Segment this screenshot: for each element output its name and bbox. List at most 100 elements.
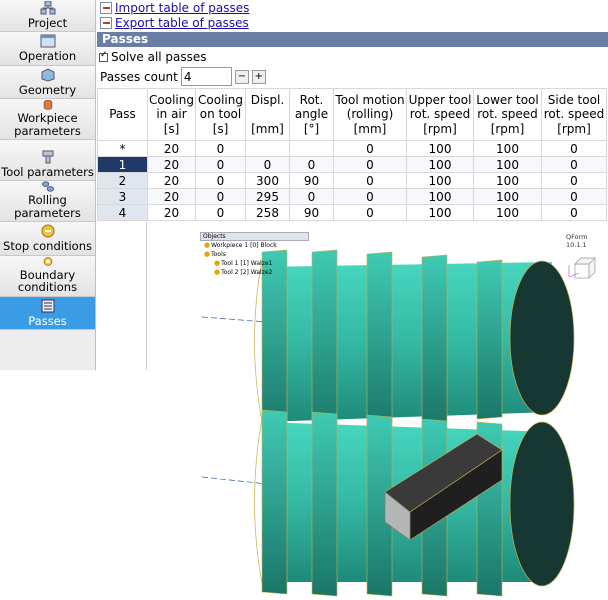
column-header[interactable]: Cooling in air [s] xyxy=(147,88,196,141)
table-cell[interactable]: 295 xyxy=(245,188,290,205)
sidebar-item-passes[interactable]: Passes xyxy=(0,296,95,330)
decrement-button[interactable]: − xyxy=(234,69,249,84)
tree-item-workpiece[interactable]: ●Workpiece 1 [0] Block xyxy=(200,241,309,250)
table-cell[interactable]: 0 xyxy=(333,204,407,221)
table-cell[interactable]: 0 xyxy=(195,140,246,157)
import-passes-link[interactable]: Import table of passes xyxy=(115,1,249,15)
table-cell[interactable]: 100 xyxy=(473,156,542,173)
column-header[interactable]: Pass xyxy=(97,88,148,141)
table-cell[interactable]: 0 xyxy=(541,188,607,205)
table-cell[interactable]: 100 xyxy=(406,188,474,205)
stop-icon xyxy=(41,224,54,238)
column-header-line: Tool motion xyxy=(335,92,405,107)
sidebar-item-stop-conditions[interactable]: Stop conditions xyxy=(0,222,95,256)
column-header-line: Pass xyxy=(109,107,136,122)
sidebar-item-geometry[interactable]: Geometry xyxy=(0,65,95,99)
table-cell[interactable]: 0 xyxy=(289,188,334,205)
table-cell[interactable]: 100 xyxy=(473,188,542,205)
table-cell[interactable]: 0 xyxy=(333,172,407,189)
table-cell[interactable]: 20 xyxy=(147,188,196,205)
table-cell[interactable]: 100 xyxy=(406,140,474,157)
column-header-line: Cooling xyxy=(149,92,194,107)
table-cell[interactable]: 100 xyxy=(406,172,474,189)
sidebar-item-operation[interactable]: Operation xyxy=(0,32,95,66)
table-row[interactable]: 4 20 0 258 90 0 100 100 0 xyxy=(97,204,607,221)
table-cell[interactable]: 100 xyxy=(473,172,542,189)
column-header[interactable]: Rot. angle [°] xyxy=(289,88,334,141)
column-header[interactable]: Displ. [mm] xyxy=(245,88,290,141)
passes-icon xyxy=(41,299,54,312)
table-cell[interactable]: 100 xyxy=(406,204,474,221)
table-cell[interactable]: 100 xyxy=(473,140,542,157)
pass-number-cell[interactable]: 3 xyxy=(97,188,148,205)
3d-viewport[interactable] xyxy=(97,222,608,600)
table-row[interactable]: 3 20 0 295 0 0 100 100 0 xyxy=(97,188,607,205)
objects-tree[interactable]: Objects ●Workpiece 1 [0] Block ●Tools ●T… xyxy=(200,232,309,277)
column-header[interactable]: Tool motion (rolling) [mm] xyxy=(333,88,407,141)
geometry-icon xyxy=(41,67,54,82)
solve-all-label: Solve all passes xyxy=(111,50,207,64)
pass-number-cell[interactable]: 2 xyxy=(97,172,148,189)
table-cell[interactable]: 0 xyxy=(541,156,607,173)
table-cell[interactable]: 0 xyxy=(195,204,246,221)
export-passes-link[interactable]: Export table of passes xyxy=(115,16,249,30)
column-header[interactable]: Lower tool rot. speed [rpm] xyxy=(473,88,542,141)
sidebar-item-label: Rolling parameters xyxy=(14,193,81,220)
column-header[interactable]: Upper tool rot. speed [rpm] xyxy=(406,88,474,141)
tree-item-tools[interactable]: ●Tools xyxy=(200,250,309,259)
passes-count-label: Passes count xyxy=(100,69,178,84)
table-cell[interactable]: 100 xyxy=(473,204,542,221)
table-cell[interactable]: 0 xyxy=(541,172,607,189)
column-header[interactable]: Side tool rot. speed [rpm] xyxy=(541,88,607,141)
project-icon xyxy=(40,0,55,14)
bulb-icon: ● xyxy=(214,268,221,276)
table-row[interactable]: * 20 0 0 100 100 0 xyxy=(97,140,607,157)
table-row[interactable]: 1 20 0 0 0 0 100 100 0 xyxy=(97,156,607,173)
sidebar-item-boundary-conditions[interactable]: Boundary conditions xyxy=(0,255,95,297)
column-header-line: angle xyxy=(294,107,329,122)
table-cell[interactable]: 300 xyxy=(245,172,290,189)
table-cell[interactable]: 0 xyxy=(195,172,246,189)
table-cell[interactable]: 20 xyxy=(147,204,196,221)
table-cell[interactable] xyxy=(289,140,334,157)
table-cell[interactable]: 90 xyxy=(289,172,334,189)
sidebar-item-workpiece-parameters[interactable]: Workpiece parameters xyxy=(0,99,95,140)
solve-all-checkbox[interactable] xyxy=(99,50,108,62)
table-cell[interactable]: 0 xyxy=(333,188,407,205)
table-cell[interactable]: 0 xyxy=(333,156,407,173)
pass-number-cell[interactable]: 1 xyxy=(97,156,148,173)
table-cell[interactable]: 0 xyxy=(245,156,290,173)
tree-item-tool-1[interactable]: ●Tool 1 [1] Walze1 xyxy=(200,259,309,268)
column-header-line: [mm] xyxy=(353,121,387,136)
increment-button[interactable]: + xyxy=(251,69,266,84)
table-cell[interactable]: 20 xyxy=(147,172,196,189)
sidebar-item-label: Project xyxy=(27,15,68,30)
table-cell[interactable]: 0 xyxy=(333,140,407,157)
column-header[interactable]: Cooling on tool [s] xyxy=(195,88,246,141)
orientation-cube[interactable] xyxy=(568,257,596,279)
pass-number-cell[interactable]: * xyxy=(97,140,148,157)
sidebar: Project Operation Geometry Workpiece par… xyxy=(0,0,96,370)
bulb-icon: ● xyxy=(204,241,211,249)
pass-number-cell[interactable]: 4 xyxy=(97,204,148,221)
table-cell[interactable]: 258 xyxy=(245,204,290,221)
column-header-line: Cooling xyxy=(198,92,243,107)
table-row[interactable]: 2 20 0 300 90 0 100 100 0 xyxy=(97,172,607,189)
passes-count-input[interactable] xyxy=(180,67,232,86)
table-cell[interactable]: 0 xyxy=(541,140,607,157)
table-cell[interactable] xyxy=(245,140,290,157)
column-header-line: (rolling) xyxy=(346,107,394,122)
table-cell[interactable]: 100 xyxy=(406,156,474,173)
table-cell[interactable]: 0 xyxy=(195,188,246,205)
sidebar-item-rolling-parameters[interactable]: Rolling parameters xyxy=(0,181,95,222)
tree-item-tool-2[interactable]: ●Tool 2 [2] Walze2 xyxy=(200,268,309,277)
table-cell[interactable]: 0 xyxy=(541,204,607,221)
table-cell[interactable]: 20 xyxy=(147,140,196,157)
table-cell[interactable]: 0 xyxy=(289,156,334,173)
table-cell[interactable]: 20 xyxy=(147,156,196,173)
sidebar-item-tool-parameters[interactable]: Tool parameters xyxy=(0,140,95,181)
sidebar-item-project[interactable]: Project xyxy=(0,0,95,32)
table-cell[interactable]: 0 xyxy=(195,156,246,173)
table-cell[interactable]: 90 xyxy=(289,204,334,221)
rolling-icon xyxy=(41,181,54,192)
